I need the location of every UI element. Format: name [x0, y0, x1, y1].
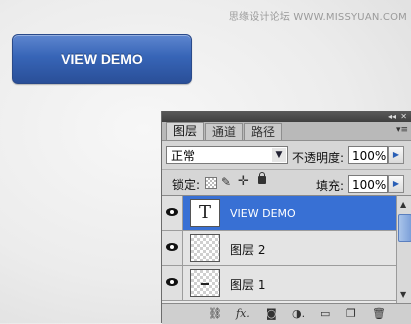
opacity-label: 不透明度: — [292, 151, 345, 165]
thumbnail-shape — [201, 283, 209, 285]
watermark-text: 思缘设计论坛 WWW.MISSYUAN.COM — [228, 12, 407, 23]
scroll-up-icon[interactable]: ▲ — [400, 200, 406, 209]
layer-name: 图层 2 — [230, 243, 266, 257]
visibility-toggle[interactable] — [162, 231, 183, 265]
new-group-icon[interactable]: ▭ — [320, 307, 330, 320]
view-demo-button[interactable]: VIEW DEMO — [12, 34, 192, 84]
new-layer-icon[interactable]: ❐ — [346, 307, 356, 320]
eye-icon — [166, 243, 178, 251]
lock-label: 锁定: — [172, 178, 201, 192]
layers-bottom-toolbar: ⛓ fx. ◙ ◑. ▭ ❐ 🗑 — [162, 303, 411, 324]
panel-tabs: 图层 通道 路径 ▾≡ — [162, 122, 411, 141]
layers-list: T VIEW DEMO 图层 2 图层 1 — [162, 195, 396, 304]
lock-row: 锁定: ✎ ✛ 填充: 100% ▶ — [162, 169, 411, 197]
eye-icon — [166, 278, 178, 286]
adjustment-layer-icon[interactable]: ◑. — [292, 307, 305, 320]
tab-channels[interactable]: 通道 — [205, 123, 244, 140]
layer-row[interactable]: 图层 1 — [162, 266, 396, 301]
layer-name: 图层 1 — [230, 278, 266, 292]
link-layers-icon[interactable]: ⛓ — [208, 307, 222, 320]
layers-scrollbar[interactable]: ▲ ▼ — [396, 195, 411, 303]
tab-paths[interactable]: 路径 — [244, 123, 283, 140]
layer-row[interactable]: T VIEW DEMO — [162, 196, 396, 231]
opacity-input[interactable]: 100% — [348, 146, 388, 164]
layer-thumbnail — [190, 234, 220, 262]
text-layer-thumbnail: T — [190, 199, 220, 227]
visibility-toggle[interactable] — [162, 266, 183, 300]
eye-icon — [166, 208, 178, 216]
scroll-thumb[interactable] — [398, 214, 411, 242]
blend-row: 正常 ▼ 不透明度: 100% ▶ — [162, 141, 411, 169]
layers-panel: ◂◂ ✕ 图层 通道 路径 ▾≡ 正常 ▼ 不透明度: 100% ▶ 锁定: ✎… — [161, 111, 411, 324]
close-icon[interactable]: ✕ — [400, 111, 407, 122]
scroll-down-icon[interactable]: ▼ — [400, 290, 406, 299]
fill-input[interactable]: 100% — [348, 175, 388, 193]
blend-mode-value: 正常 — [171, 149, 196, 163]
layer-row[interactable]: 图层 2 — [162, 231, 396, 266]
collapse-icon[interactable]: ◂◂ — [388, 111, 396, 122]
fill-slider-button[interactable]: ▶ — [388, 175, 404, 193]
panel-menu-icon[interactable]: ▾≡ — [396, 125, 408, 135]
trash-icon[interactable]: 🗑 — [372, 307, 386, 320]
layer-name: VIEW DEMO — [230, 207, 296, 220]
layer-thumbnail — [190, 269, 220, 297]
fx-icon[interactable]: fx. — [236, 307, 250, 320]
lock-image-pixels-icon[interactable]: ✎ — [221, 175, 231, 189]
panel-titlebar: ◂◂ ✕ — [162, 111, 411, 122]
lock-position-icon[interactable]: ✛ — [238, 174, 249, 189]
tab-layers[interactable]: 图层 — [166, 122, 205, 140]
visibility-toggle[interactable] — [162, 196, 183, 230]
chevron-down-icon[interactable]: ▼ — [272, 148, 286, 162]
fill-label: 填充: — [316, 179, 345, 193]
layer-mask-icon[interactable]: ◙ — [266, 307, 277, 320]
opacity-slider-button[interactable]: ▶ — [388, 146, 404, 164]
blend-mode-select[interactable]: 正常 ▼ — [166, 146, 288, 164]
lock-all-icon[interactable] — [258, 172, 266, 184]
lock-transparent-pixels-icon[interactable] — [205, 177, 217, 189]
